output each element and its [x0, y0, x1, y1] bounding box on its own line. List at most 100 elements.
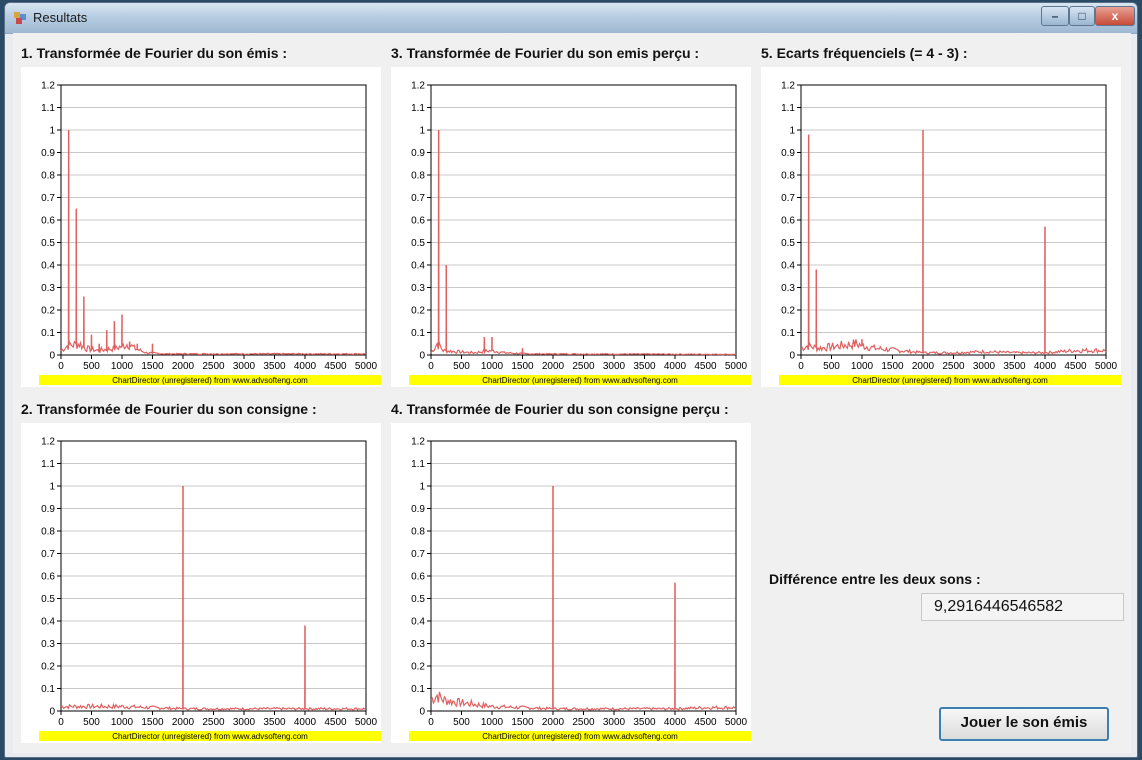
y-tick-label: 0.8: [41, 527, 55, 538]
y-tick-label: 0: [49, 707, 55, 718]
y-tick-label: 0.9: [41, 504, 55, 515]
maximize-button[interactable]: □: [1069, 6, 1095, 26]
y-tick-label: 1.2: [411, 437, 425, 448]
chart-svg: 0 0.1 0.2 0.3 0.4 0.5 0.6 0.7 0.8 0.9 1 1.1 1.2 0 500 1…: [39, 437, 381, 741]
y-tick-label: 1: [419, 482, 425, 493]
x-tick-label: 3000: [603, 717, 626, 728]
y-tick-label: 0.9: [41, 148, 55, 159]
x-tick-label: 2000: [172, 717, 195, 728]
y-tick-label: 0.6: [411, 572, 425, 583]
difference-value-field[interactable]: 9,2916446546582: [921, 593, 1124, 621]
x-tick-label: 500: [823, 361, 840, 372]
y-tick-label: 0.8: [411, 527, 425, 538]
x-tick-label: 5000: [355, 717, 378, 728]
y-tick-label: 0.4: [781, 261, 795, 272]
x-tick-label: 3000: [233, 361, 256, 372]
x-tick-label: 4500: [694, 361, 717, 372]
chart-target-perceived-fft: 0 0.1 0.2 0.3 0.4 0.5 0.6 0.7 0.8 0.9 1 1.1 1.2 0 500 1…: [391, 423, 751, 743]
x-tick-label: 0: [798, 361, 804, 372]
x-tick-label: 2500: [572, 361, 595, 372]
x-tick-label: 4500: [1064, 361, 1087, 372]
x-tick-label: 3000: [973, 361, 996, 372]
x-tick-label: 2000: [912, 361, 935, 372]
y-tick-label: 0.2: [41, 306, 55, 317]
chart-emitted-perceived-fft: 0 0.1 0.2 0.3 0.4 0.5 0.6 0.7 0.8 0.9 1 1.1 1.2 0 500 1…: [391, 67, 751, 387]
x-tick-label: 4500: [694, 717, 717, 728]
y-tick-label: 0.1: [411, 328, 425, 339]
y-tick-label: 0: [419, 707, 425, 718]
y-tick-label: 1: [789, 126, 795, 137]
title-bar[interactable]: Resultats – □ x: [5, 3, 1137, 34]
y-tick-label: 0: [49, 351, 55, 362]
panel-title-2: 2. Transformée de Fourier du son consign…: [21, 401, 317, 417]
results-window: Resultats – □ x 1. Transformée de Fourie…: [4, 2, 1138, 758]
minimize-button[interactable]: –: [1041, 6, 1069, 26]
x-tick-label: 0: [428, 361, 434, 372]
y-tick-label: 0.5: [411, 238, 425, 249]
x-tick-label: 500: [83, 361, 100, 372]
y-tick-label: 0.9: [411, 148, 425, 159]
y-tick-label: 1: [49, 482, 55, 493]
play-emitted-sound-button[interactable]: Jouer le son émis: [939, 707, 1109, 741]
y-tick-label: 1.2: [41, 81, 55, 92]
x-tick-label: 1000: [111, 361, 134, 372]
x-tick-label: 500: [83, 717, 100, 728]
y-tick-label: 0: [419, 351, 425, 362]
y-tick-label: 0.6: [781, 216, 795, 227]
x-tick-label: 3500: [263, 717, 286, 728]
y-tick-label: 0.3: [781, 283, 795, 294]
y-tick-label: 0.2: [411, 306, 425, 317]
y-tick-label: 0.7: [41, 193, 55, 204]
y-tick-label: 0.3: [41, 639, 55, 650]
x-tick-label: 2500: [942, 361, 965, 372]
y-tick-label: 1.1: [411, 459, 425, 470]
y-tick-label: 0.5: [41, 238, 55, 249]
x-tick-label: 1000: [851, 361, 874, 372]
y-tick-label: 0.4: [411, 261, 425, 272]
x-tick-label: 1000: [481, 361, 504, 372]
x-tick-label: 2500: [572, 717, 595, 728]
x-tick-label: 500: [453, 361, 470, 372]
y-tick-label: 0.3: [411, 283, 425, 294]
window-title: Resultats: [33, 10, 88, 25]
x-tick-label: 2500: [202, 717, 225, 728]
y-tick-label: 0.1: [41, 328, 55, 339]
y-tick-label: 0.2: [781, 306, 795, 317]
y-tick-label: 0.9: [411, 504, 425, 515]
x-tick-label: 0: [58, 361, 64, 372]
y-tick-label: 0.4: [41, 261, 55, 272]
y-tick-label: 0.6: [411, 216, 425, 227]
watermark-text: ChartDirector (unregistered) from www.ad…: [852, 376, 1048, 385]
difference-label: Différence entre les deux sons :: [769, 571, 981, 587]
x-tick-label: 4000: [664, 361, 687, 372]
y-tick-label: 0.1: [781, 328, 795, 339]
close-button[interactable]: x: [1095, 6, 1135, 26]
x-tick-label: 1000: [111, 717, 134, 728]
x-tick-label: 0: [58, 717, 64, 728]
x-tick-label: 4000: [294, 717, 317, 728]
x-tick-label: 2000: [172, 361, 195, 372]
x-tick-label: 4000: [1034, 361, 1057, 372]
chart-svg: 0 0.1 0.2 0.3 0.4 0.5 0.6 0.7 0.8 0.9 1 1.1 1.2 0 500 1…: [409, 437, 751, 741]
chart-svg: 0 0.1 0.2 0.3 0.4 0.5 0.6 0.7 0.8 0.9 1 1.1 1.2 0 500 1…: [779, 81, 1121, 385]
x-tick-label: 3500: [1003, 361, 1026, 372]
y-tick-label: 0.7: [411, 193, 425, 204]
y-tick-label: 1.2: [781, 81, 795, 92]
x-tick-label: 0: [428, 717, 434, 728]
y-tick-label: 0.3: [41, 283, 55, 294]
panel-title-4: 4. Transformée de Fourier du son consign…: [391, 401, 729, 417]
x-tick-label: 1500: [511, 717, 534, 728]
y-tick-label: 0.2: [411, 662, 425, 673]
watermark-text: ChartDirector (unregistered) from www.ad…: [482, 732, 678, 741]
y-tick-label: 0.7: [411, 549, 425, 560]
x-tick-label: 5000: [355, 361, 378, 372]
y-tick-label: 0.5: [781, 238, 795, 249]
chart-svg: 0 0.1 0.2 0.3 0.4 0.5 0.6 0.7 0.8 0.9 1 1.1 1.2 0 500 1…: [39, 81, 381, 385]
y-tick-label: 0.6: [41, 216, 55, 227]
y-tick-label: 0.8: [41, 171, 55, 182]
x-tick-label: 5000: [725, 717, 748, 728]
app-icon: [14, 12, 26, 24]
client-area: 1. Transformée de Fourier du son émis : …: [13, 33, 1131, 753]
chart-emitted-fft: 0 0.1 0.2 0.3 0.4 0.5 0.6 0.7 0.8 0.9 1 1.1 1.2 0 500 1…: [21, 67, 381, 387]
x-tick-label: 3000: [603, 361, 626, 372]
